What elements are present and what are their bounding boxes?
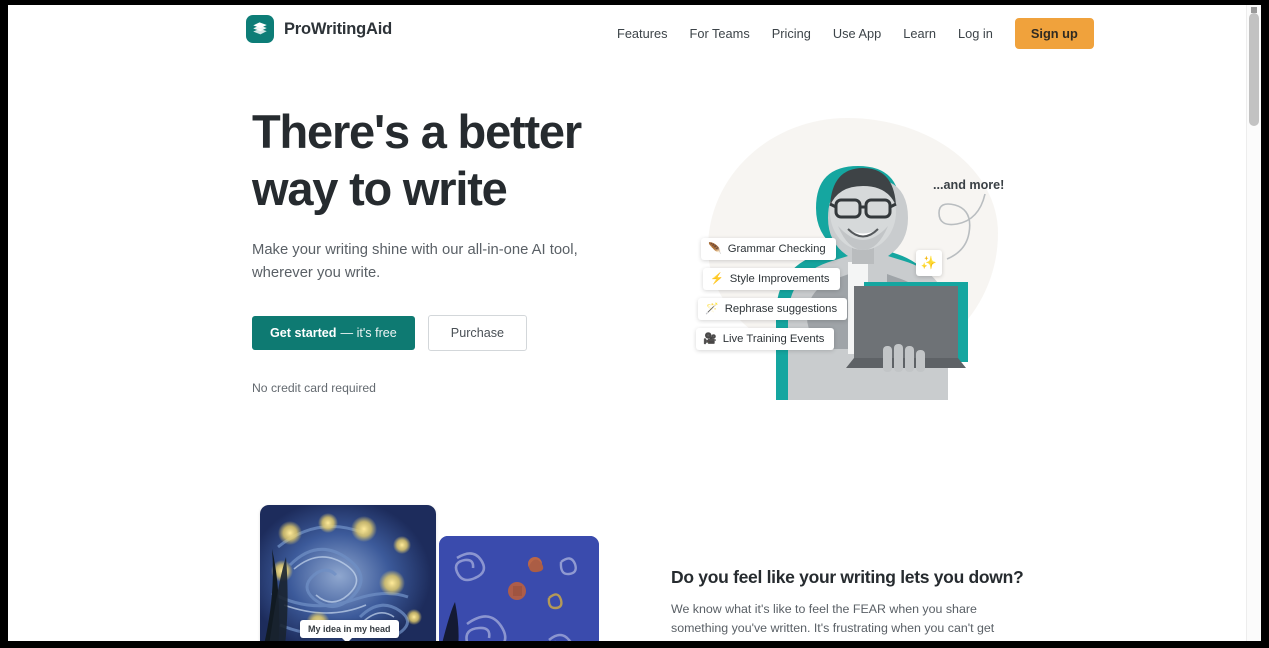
get-started-sublabel: — it's free bbox=[340, 326, 397, 340]
web-page: ProWritingAid Features For Teams Pricing… bbox=[8, 5, 1246, 641]
vertical-scrollbar[interactable] bbox=[1246, 5, 1261, 641]
get-started-button[interactable]: Get started — it's free bbox=[252, 316, 415, 350]
hero-title-line-1: There's a better bbox=[252, 105, 582, 158]
feature-chip-label: Live Training Events bbox=[722, 333, 825, 345]
sign-up-button[interactable]: Sign up bbox=[1014, 17, 1094, 49]
idea-in-my-head-caption: My idea in my head bbox=[300, 620, 399, 641]
lower-section-title: Do you feel like your writing lets you d… bbox=[671, 567, 1024, 587]
purchase-button[interactable]: Purchase bbox=[427, 315, 528, 351]
and-more-callout: ...and more! bbox=[933, 178, 1005, 192]
feature-chip-grammar-checking[interactable]: 🪶 Grammar Checking bbox=[701, 238, 836, 260]
feature-chip-label: Style Improvements bbox=[729, 273, 830, 285]
nav-use-app[interactable]: Use App bbox=[822, 20, 892, 47]
hero-title-line-2: way to write bbox=[252, 162, 508, 215]
hero-subtitle: Make your writing shine with our all-in-… bbox=[252, 242, 578, 281]
browser-window: ProWritingAid Features For Teams Pricing… bbox=[0, 0, 1269, 648]
nav-pricing[interactable]: Pricing bbox=[761, 20, 822, 47]
nav-features[interactable]: Features bbox=[606, 20, 679, 47]
sparkles-glyph: ✨ bbox=[920, 255, 938, 270]
site-header: ProWritingAid Features For Teams Pricing… bbox=[8, 5, 1246, 61]
logo-text: ProWritingAid bbox=[284, 19, 393, 38]
feature-chip-rephrase-suggestions[interactable]: 🪄 Rephrase suggestions bbox=[698, 298, 848, 320]
scrollbar-thumb[interactable] bbox=[1249, 13, 1259, 126]
nav-for-teams[interactable]: For Teams bbox=[679, 20, 761, 47]
nav-learn[interactable]: Learn bbox=[892, 20, 947, 47]
nav-log-in[interactable]: Log in bbox=[947, 20, 1004, 47]
hero-illustration: ...and more! ✨ 🪶 Grammar Checking ⚡ Styl… bbox=[668, 100, 1028, 400]
page-viewport: ProWritingAid Features For Teams Pricing… bbox=[8, 5, 1261, 641]
lightning-bolt-icon: ⚡ bbox=[710, 272, 724, 285]
get-started-label: Get started bbox=[270, 326, 337, 340]
feature-chip-style-improvements[interactable]: ⚡ Style Improvements bbox=[703, 268, 840, 290]
movie-camera-icon: 🎥 bbox=[703, 332, 717, 345]
childlike-drawing-card bbox=[439, 536, 599, 641]
site-logo[interactable]: ProWritingAid bbox=[246, 15, 392, 43]
magic-wand-icon: 🪄 bbox=[705, 302, 719, 315]
hero-copy: There's a better way to write Make your … bbox=[252, 103, 652, 395]
main-navigation: Features For Teams Pricing Use App Learn… bbox=[606, 5, 1094, 61]
prowritingaid-book-check-icon bbox=[246, 15, 274, 43]
childlike-starry-night-drawing bbox=[439, 536, 599, 641]
sparkles-icon: ✨ bbox=[916, 250, 942, 276]
lower-section-body: We know what it's like to feel the FEAR … bbox=[671, 602, 995, 641]
lower-section-copy: Do you feel like your writing lets you d… bbox=[671, 567, 1031, 641]
feature-chip-label: Grammar Checking bbox=[727, 243, 826, 255]
feature-chip-label: Rephrase suggestions bbox=[724, 303, 838, 315]
hero-cta-group: Get started — it's free Purchase bbox=[252, 315, 652, 351]
feature-chip-live-training-events[interactable]: 🎥 Live Training Events bbox=[696, 328, 835, 350]
no-credit-card-note: No credit card required bbox=[252, 381, 376, 395]
starry-night-comparison-illustration: My idea in my head bbox=[253, 503, 603, 641]
page-title: There's a better way to write bbox=[252, 103, 652, 217]
feather-quill-icon: 🪶 bbox=[708, 242, 722, 255]
